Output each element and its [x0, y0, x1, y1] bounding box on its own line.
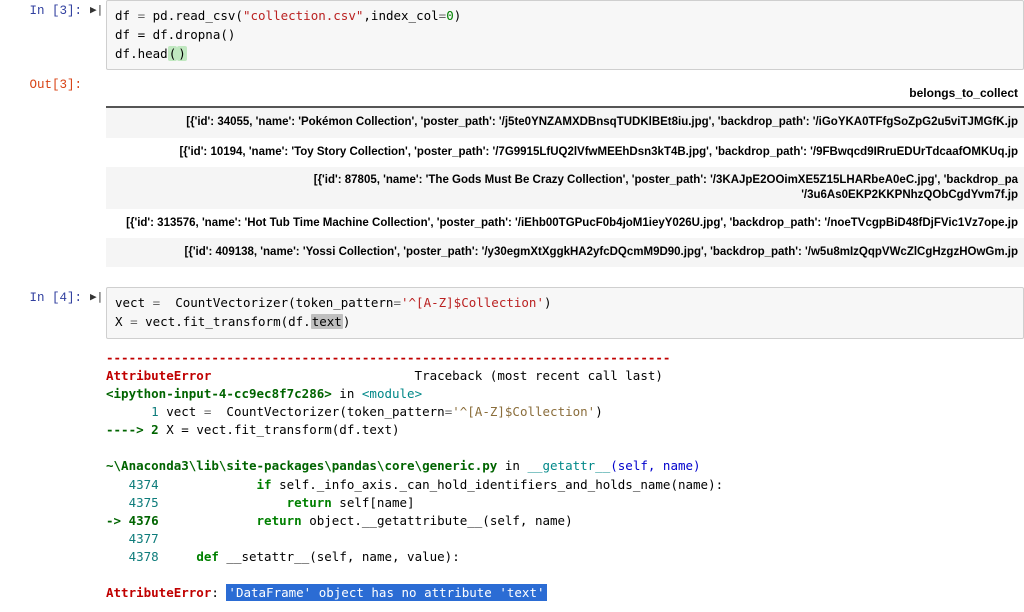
- input-prompt-3: In [3]:: [0, 0, 90, 70]
- error-name-final: AttributeError: [106, 585, 211, 600]
- error-name: AttributeError: [106, 368, 211, 383]
- code-input-4[interactable]: vect = CountVectorizer(token_pattern='^[…: [106, 287, 1024, 339]
- output-prompt-3: Out[3]:: [0, 74, 90, 273]
- code-cell-3: In [3]: ▶| df = pd.read_csv("collection.…: [0, 0, 1024, 70]
- traceback: ----------------------------------------…: [106, 343, 1024, 609]
- error-output-4: ----------------------------------------…: [0, 343, 1024, 609]
- code-input-3[interactable]: df = pd.read_csv("collection.csv",index_…: [106, 0, 1024, 70]
- table-row: [{'id': 10194, 'name': 'Toy Story Collec…: [106, 138, 1024, 167]
- traceback-arrow: ----> 2: [106, 422, 159, 437]
- table-row: [{'id': 409138, 'name': 'Yossi Collectio…: [106, 238, 1024, 267]
- code-cell-4: In [4]: ▶| vect = CountVectorizer(token_…: [0, 287, 1024, 339]
- output-cell-3: Out[3]: belongs_to_collect [{'id': 34055…: [0, 74, 1024, 273]
- table-row: [{'id': 87805, 'name': 'The Gods Must Be…: [106, 167, 1024, 209]
- input-prompt-4: In [4]:: [0, 287, 90, 339]
- error-message-highlight: 'DataFrame' object has no attribute 'tex…: [226, 584, 546, 601]
- run-cell-button[interactable]: ▶|: [90, 0, 106, 70]
- dataframe-output: belongs_to_collect [{'id': 34055, 'name'…: [106, 74, 1024, 273]
- run-cell-button[interactable]: ▶|: [90, 287, 106, 339]
- table-row: [{'id': 34055, 'name': 'Pokémon Collecti…: [106, 108, 1024, 137]
- traceback-file: <ipython-input-4-cc9ec8f7c286>: [106, 386, 332, 401]
- traceback-file: ~\Anaconda3\lib\site-packages\pandas\cor…: [106, 458, 497, 473]
- traceback-divider: ----------------------------------------…: [106, 350, 670, 365]
- table-row: [{'id': 313576, 'name': 'Hot Tub Time Ma…: [106, 209, 1024, 238]
- df-column-header: belongs_to_collect: [106, 80, 1024, 108]
- traceback-arrow: -> 4376: [106, 513, 159, 528]
